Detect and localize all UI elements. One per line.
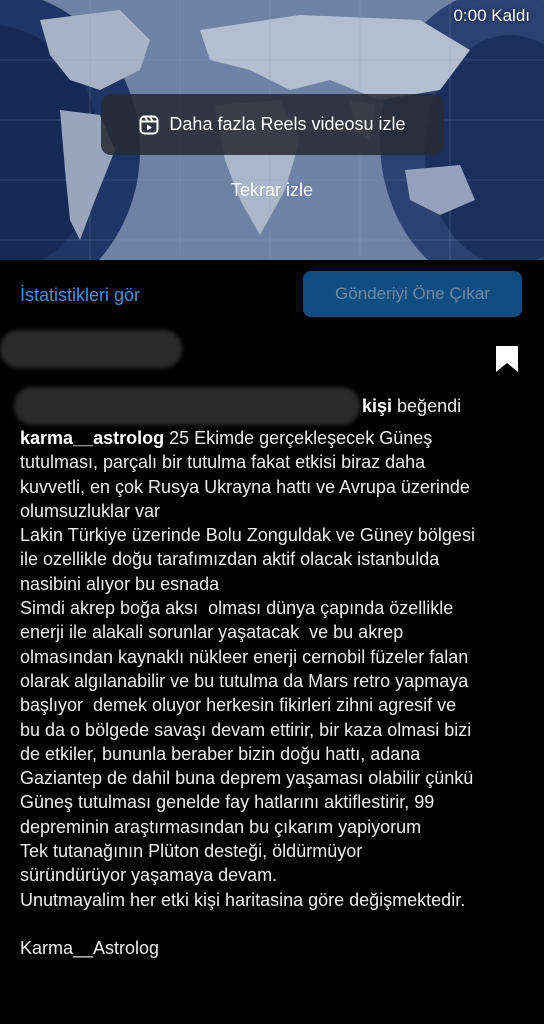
reels-icon bbox=[139, 115, 159, 135]
likes-count[interactable]: kişi beğendi bbox=[362, 396, 461, 417]
caption-text: 25 Ekimde gerçekleşecek Güneş tutulması,… bbox=[20, 428, 475, 959]
more-reels-button[interactable]: Daha fazla Reels videosu izle bbox=[101, 94, 444, 155]
caption-username[interactable]: karma__astrolog bbox=[20, 428, 164, 448]
more-reels-label: Daha fazla Reels videosu izle bbox=[169, 114, 406, 134]
redacted-area bbox=[14, 387, 360, 425]
reel-video[interactable]: 0:00 Kaldı Daha fazla Reels videosu izle… bbox=[0, 0, 544, 260]
redacted-area bbox=[0, 330, 182, 368]
view-insights-link[interactable]: İstatistikleri gör bbox=[20, 285, 140, 306]
post-actions-bar: İstatistikleri gör Gönderiyi Öne Çıkar bbox=[0, 260, 544, 326]
post-caption: karma__astrolog 25 Ekimde gerçekleşecek … bbox=[20, 426, 534, 961]
likes-text: beğendi bbox=[392, 396, 462, 416]
bookmark-icon[interactable] bbox=[494, 345, 520, 373]
boost-post-button[interactable]: Gönderiyi Öne Çıkar bbox=[303, 271, 522, 317]
time-remaining: 0:00 Kaldı bbox=[453, 6, 530, 25]
likes-bold: kişi bbox=[362, 396, 393, 416]
replay-button[interactable]: Tekrar izle bbox=[0, 180, 544, 201]
